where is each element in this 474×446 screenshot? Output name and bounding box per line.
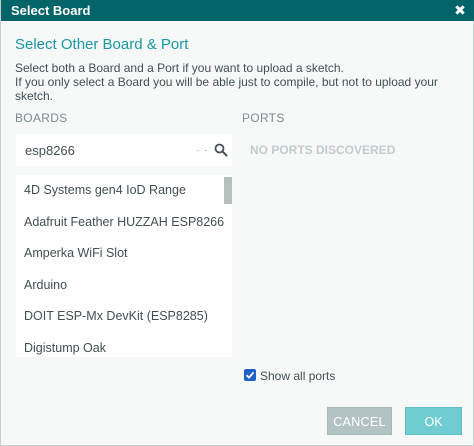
checkmark-icon <box>245 371 255 379</box>
board-list-item[interactable]: Digistump Oak <box>16 333 232 358</box>
no-ports-message: NO PORTS DISCOVERED <box>250 143 396 157</box>
close-icon[interactable]: ✖ <box>451 1 469 19</box>
dialog-heading: Select Other Board & Port <box>15 36 189 53</box>
board-list-item[interactable]: DOIT ESP-Mx DevKit (ESP8285) <box>16 301 232 333</box>
board-list-item[interactable]: Amperka WiFi Slot <box>16 238 232 270</box>
description-line-3: sketch. <box>15 89 54 103</box>
show-all-ports-label: Show all ports <box>260 369 336 383</box>
board-list-item[interactable]: Adafruit Feather HUZZAH ESP8266 <box>16 207 232 239</box>
title-bar: Select Board ✖ <box>1 0 474 21</box>
dialog-description: Select both a Board and a Port if you wa… <box>15 61 465 103</box>
board-list[interactable]: 4D Systems gen4 IoD Range Adafruit Feath… <box>16 175 232 357</box>
description-line-2: If you only select a Board you will be a… <box>15 75 438 89</box>
scrollbar-thumb[interactable] <box>224 177 232 204</box>
boards-label: BOARDS <box>15 111 68 125</box>
search-icon[interactable] <box>214 143 228 157</box>
cancel-button[interactable]: CANCEL <box>327 407 392 435</box>
board-list-scrollbar[interactable] <box>224 175 232 357</box>
search-ellipsis: . . <box>196 143 208 154</box>
description-line-1: Select both a Board and a Port if you wa… <box>15 61 344 75</box>
board-list-item[interactable]: 4D Systems gen4 IoD Range <box>16 175 232 207</box>
ports-label: PORTS <box>242 111 285 125</box>
ok-button[interactable]: OK <box>405 407 462 435</box>
board-list-item[interactable]: Arduino <box>16 270 232 302</box>
board-search-input[interactable] <box>25 141 195 159</box>
show-all-ports-checkbox[interactable] <box>244 369 256 381</box>
select-board-dialog: Select Board ✖ Select Other Board & Port… <box>0 0 474 446</box>
board-search-box[interactable]: . . <box>16 134 232 166</box>
window-title: Select Board <box>11 3 91 18</box>
